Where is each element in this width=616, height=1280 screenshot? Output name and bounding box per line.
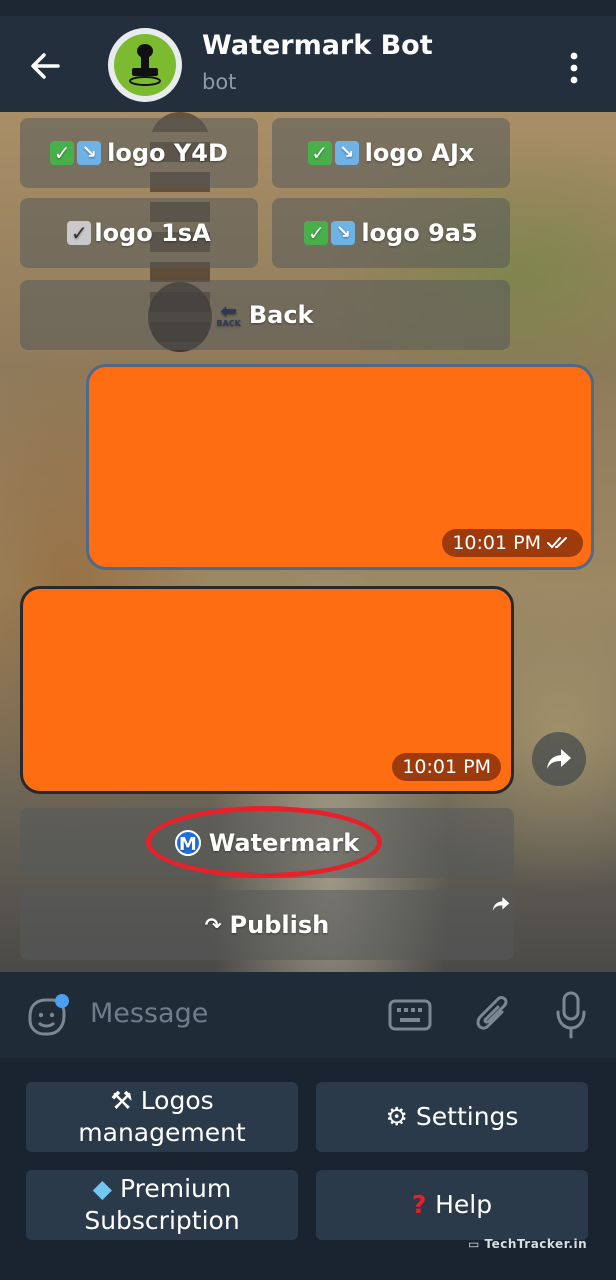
keyboard-icon[interactable] <box>388 999 432 1031</box>
status-bar <box>0 0 616 16</box>
question-icon: ? <box>411 1190 436 1219</box>
attach-paperclip-icon[interactable] <box>472 992 512 1038</box>
reply-button-settings[interactable]: ⚙ Settings <box>316 1082 588 1152</box>
inline-button-publish[interactable]: ↷ Publish <box>20 890 514 960</box>
more-menu-icon[interactable] <box>566 50 582 86</box>
microphone-icon[interactable] <box>554 990 588 1040</box>
inline-button-logo-y4d[interactable]: ✓ ↘ logo Y4D <box>20 118 258 188</box>
bot-avatar[interactable] <box>108 28 182 102</box>
check-icon: ✓ <box>67 221 92 245</box>
message-composer: Message <box>0 972 616 1058</box>
message-bubble-outgoing[interactable]: 10:01 PM <box>86 364 594 570</box>
highlight-circle <box>146 806 382 878</box>
arrow-down-right-icon: ↘ <box>331 221 356 245</box>
check-icon: ✓ <box>307 141 332 165</box>
share-arrow-icon <box>547 749 571 769</box>
share-arrow-icon <box>492 897 510 911</box>
arrow-down-right-icon: ↘ <box>77 141 102 165</box>
chat-area: ✓ ↘ logo Y4D ✓ ↘ logo AJx ✓ logo 1sA ✓ ↘ logo 9… <box>0 112 616 972</box>
reply-button-help[interactable]: ? Help <box>316 1170 588 1240</box>
tools-icon: ⚒ <box>110 1086 141 1115</box>
inline-button-logo-1sa[interactable]: ✓ logo 1sA <box>20 198 258 268</box>
check-icon: ✓ <box>50 141 75 165</box>
gear-icon: ⚙ <box>385 1102 416 1131</box>
share-button[interactable] <box>532 732 586 786</box>
double-check-icon <box>547 537 567 549</box>
message-time: 10:01 PM <box>442 529 583 557</box>
sticker-icon[interactable] <box>24 994 70 1040</box>
message-bubble-incoming[interactable]: 10:01 PM <box>20 586 514 794</box>
message-time: 10:01 PM <box>392 753 501 781</box>
check-icon: ✓ <box>304 221 329 245</box>
inline-button-logo-9a5[interactable]: ✓ ↘ logo 9a5 <box>272 198 510 268</box>
inline-button-back[interactable]: ⬅ BACK Back <box>20 280 510 350</box>
arrow-down-right-icon: ↘ <box>334 141 359 165</box>
chat-title: Watermark Bot <box>202 30 433 61</box>
gem-icon: ◆ <box>92 1174 120 1203</box>
inline-button-logo-ajx[interactable]: ✓ ↘ logo AJx <box>272 118 510 188</box>
back-arrow-icon[interactable] <box>22 46 72 86</box>
back-icon: ⬅ BACK <box>216 298 241 328</box>
message-input[interactable]: Message <box>90 998 208 1029</box>
stamp-icon <box>129 44 161 86</box>
reply-button-logos-management[interactable]: ⚒ Logos management <box>26 1082 298 1152</box>
reply-button-premium[interactable]: ◆ Premium Subscription <box>26 1170 298 1240</box>
brand-watermark: ▭ TechTracker.in <box>468 1237 588 1251</box>
redo-arrow-icon: ↷ <box>204 913 222 937</box>
chat-header: Watermark Bot bot <box>0 16 616 112</box>
chat-subtitle: bot <box>202 70 237 94</box>
